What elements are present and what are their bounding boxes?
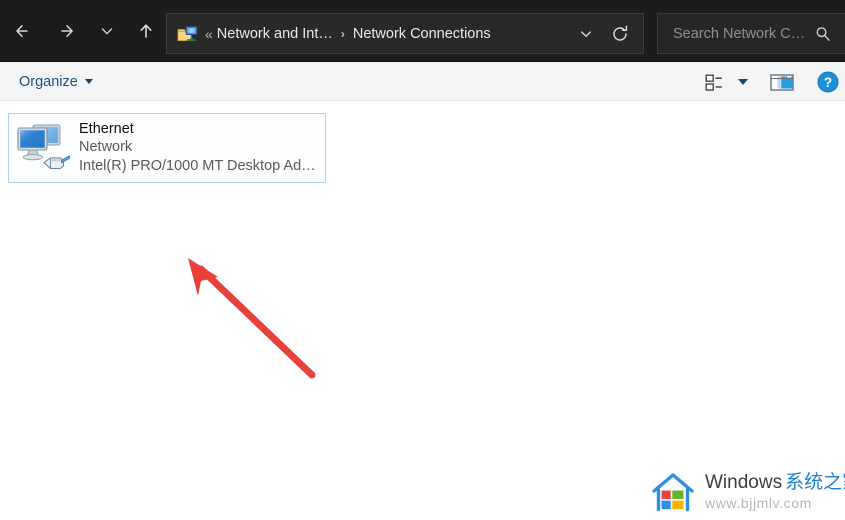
windows-house-logo: [650, 470, 696, 514]
list-item-name: Ethernet: [79, 121, 134, 137]
watermark-text: Windows系统之家 www.bjjmlv.com: [705, 472, 845, 512]
recent-locations-button[interactable]: [92, 16, 122, 46]
items-view: Ethernet Network Intel(R) PRO/1000 MT De…: [0, 101, 845, 520]
organize-button[interactable]: Organize: [12, 69, 100, 94]
breadcrumb-overflow[interactable]: «: [205, 26, 213, 42]
watermark-url: www.bjjmlv.com: [705, 495, 812, 511]
address-bar[interactable]: « Network and Int… › Network Connections: [166, 13, 644, 54]
list-item-text: Ethernet Network Intel(R) PRO/1000 MT De…: [79, 120, 316, 176]
view-options-caret-button[interactable]: [733, 70, 753, 94]
explorer-window: « Network and Int… › Network Connections: [0, 0, 845, 520]
watermark-title: Windows系统之家: [705, 472, 845, 494]
breadcrumb-separator-icon: ›: [340, 26, 345, 41]
forward-button[interactable]: [52, 16, 82, 46]
watermark: Windows系统之家 www.bjjmlv.com: [650, 468, 845, 516]
list-item[interactable]: Ethernet Network Intel(R) PRO/1000 MT De…: [8, 113, 326, 183]
help-button[interactable]: ?: [817, 70, 839, 94]
search-icon[interactable]: [809, 25, 837, 43]
annotation-arrow-icon: [188, 258, 316, 379]
svg-text:?: ?: [824, 75, 832, 90]
watermark-title-en: Windows: [705, 472, 783, 493]
titlebar: « Network and Int… › Network Connections: [0, 0, 845, 62]
command-toolbar: Organize ?: [0, 62, 845, 101]
network-adapter-icon: [13, 121, 71, 175]
view-options-button[interactable]: [703, 70, 729, 94]
search-box[interactable]: [657, 13, 845, 54]
back-button[interactable]: [8, 16, 38, 46]
chevron-down-icon[interactable]: [575, 23, 597, 45]
preview-pane-button[interactable]: [770, 70, 794, 94]
caret-down-icon: [84, 79, 93, 84]
breadcrumb-item-network-connections[interactable]: Network Connections: [353, 26, 491, 42]
network-folder-icon: [177, 24, 199, 44]
up-level-button[interactable]: [131, 16, 161, 46]
caret-down-icon: [738, 79, 748, 85]
watermark-title-cn: 系统之家: [785, 472, 845, 493]
refresh-icon[interactable]: [608, 22, 632, 46]
list-item-device: Intel(R) PRO/1000 MT Desktop Ad…: [79, 158, 316, 174]
search-input[interactable]: [671, 24, 809, 43]
breadcrumb-item-network-and-internet[interactable]: Network and Int…: [217, 26, 333, 42]
organize-label: Organize: [19, 73, 78, 90]
list-item-status: Network: [79, 139, 133, 155]
